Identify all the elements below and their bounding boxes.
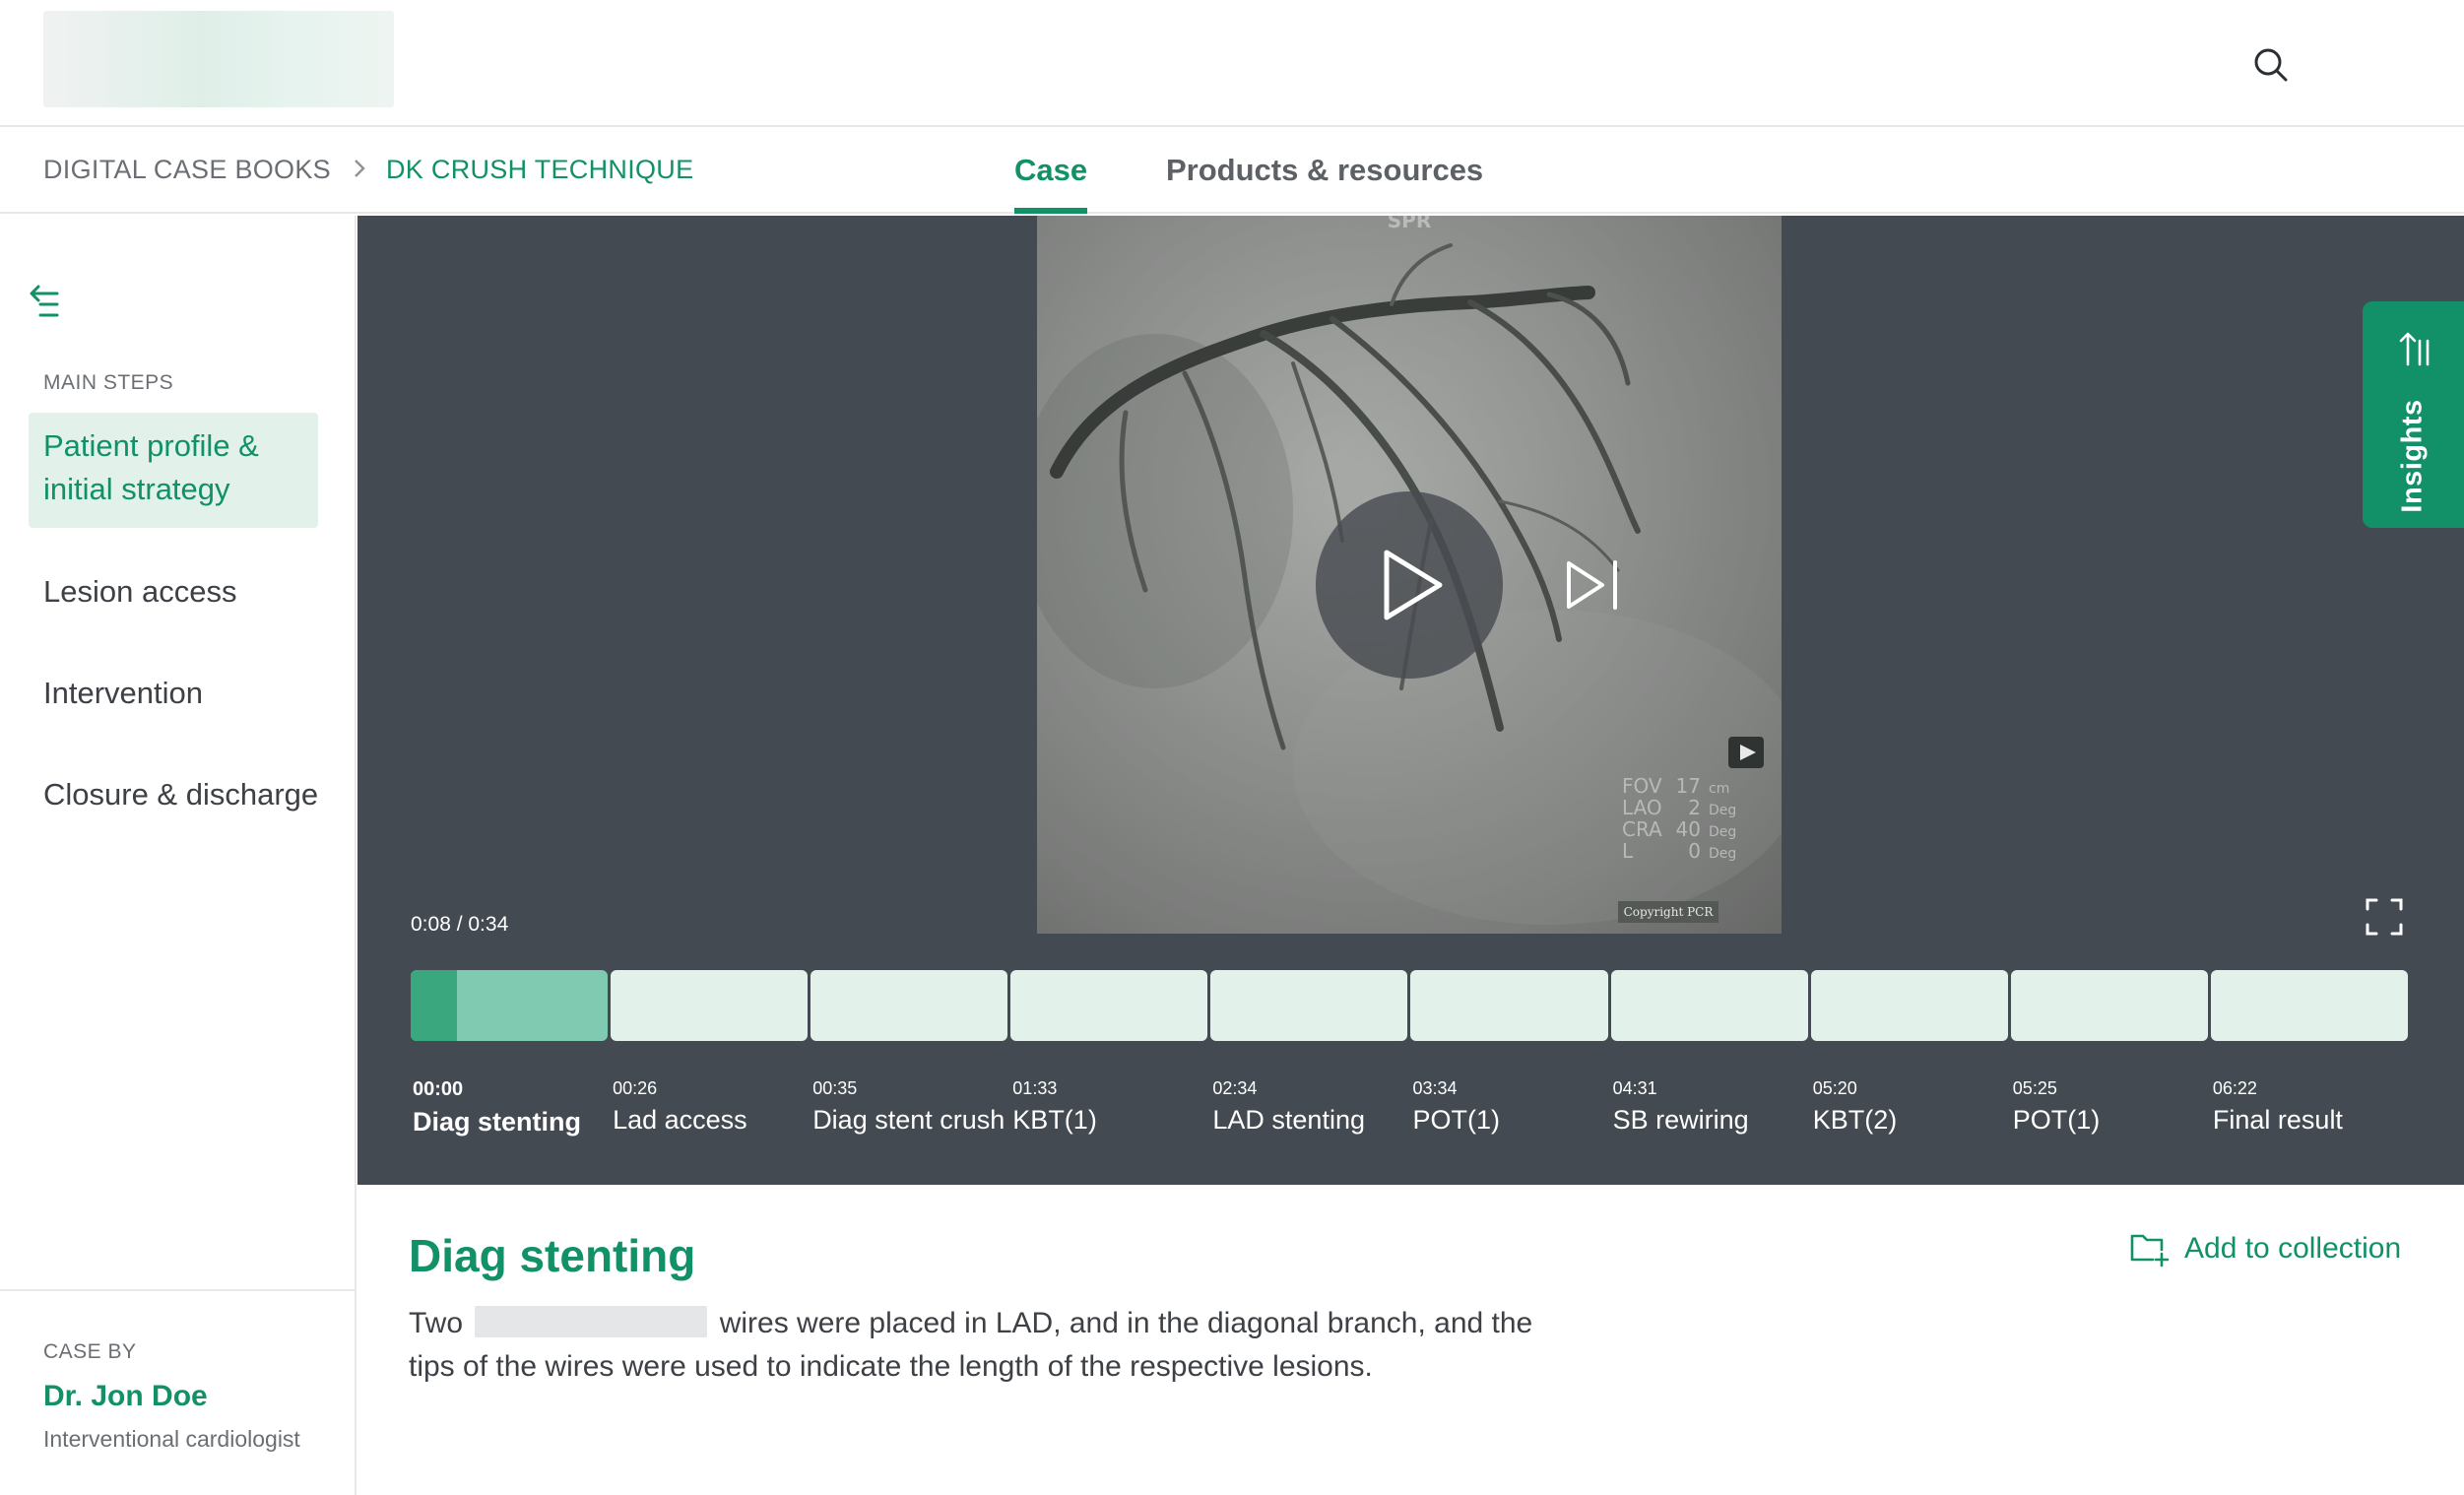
sidebar-item-patient-profile[interactable]: Patient profile & initial strategy [29,413,318,528]
chapter-label[interactable]: 03:34 POT(1) [1413,1078,1501,1136]
insights-panel-toggle[interactable]: Insights [2363,301,2464,528]
chapter-timestamp: 00:26 [613,1078,658,1098]
svg-text:2: 2 [1688,796,1701,819]
brand-logo[interactable] [43,11,394,107]
chapter-title: LAD stenting [1212,1105,1365,1135]
svg-text:Deg: Deg [1709,846,1736,862]
collapse-menu-icon[interactable] [28,283,63,322]
chapter-title: KBT(1) [1012,1105,1097,1135]
timeline-segment[interactable] [411,970,609,1041]
chapter-title: POT(1) [2012,1105,2101,1135]
fullscreen-icon[interactable] [2365,897,2404,937]
play-icon [1384,550,1443,620]
tab-products-resources[interactable]: Products & resources [1166,153,1483,214]
folder-add-icon [2130,1234,2170,1268]
chapter-title: Diag stenting [413,1107,582,1137]
time-readout: 0:08 / 0:34 [411,913,509,936]
chapter-timestamp: 03:34 [1412,1078,1458,1098]
chapter-title: SB rewiring [1612,1105,1749,1135]
svg-text:17: 17 [1676,774,1701,798]
chapter-label[interactable]: 00:00 Diag stenting [413,1078,581,1138]
timeline-segment[interactable] [1210,970,1408,1041]
sidebar-item-intervention[interactable]: Intervention [43,672,203,715]
chevron-right-icon [353,155,366,185]
timeline-segment[interactable] [811,970,1008,1041]
svg-text:0: 0 [1688,839,1701,863]
svg-text:FOV: FOV [1622,774,1662,798]
chapter-label[interactable]: 00:35 Diag stent crush [812,1078,1005,1136]
redacted-text-block [475,1306,708,1337]
svg-text:Deg: Deg [1709,824,1736,840]
play-button[interactable] [1316,491,1503,679]
timeline-segment[interactable] [2010,970,2208,1041]
chapter-label[interactable]: 01:33 KBT(1) [1012,1078,1097,1136]
tab-case[interactable]: Case [1014,153,1088,214]
timeline-segment[interactable] [1010,970,1208,1041]
svg-text:L: L [1622,839,1634,863]
sidebar-item-closure-discharge[interactable]: Closure & discharge [43,773,318,816]
svg-text:40: 40 [1676,817,1701,841]
main-steps-heading: MAIN STEPS [43,371,174,394]
breadcrumb: DIGITAL CASE BOOKS DK CRUSH TECHNIQUE [43,155,693,185]
description-text-start: Two [409,1307,464,1339]
chapter-label[interactable]: 05:20 KBT(2) [1813,1078,1898,1136]
timeline-segment[interactable] [1410,970,1608,1041]
chapter-timestamp: 00:00 [413,1078,464,1100]
chapter-label[interactable]: 04:31 SB rewiring [1613,1078,1749,1136]
author-role: Interventional cardiologist [43,1426,300,1452]
skip-next-icon [1567,560,1617,610]
svg-text:CRA: CRA [1622,817,1662,841]
svg-text:cm: cm [1709,781,1729,797]
chapter-label[interactable]: 06:22 Final result [2213,1078,2343,1136]
chapter-timestamp: 05:20 [1812,1078,1857,1098]
chapter-timestamp: 05:25 [2012,1078,2057,1098]
add-to-collection-label: Add to collection [2184,1232,2402,1265]
timeline-segment[interactable] [1610,970,1808,1041]
add-to-collection-button[interactable]: Add to collection [2129,1230,2401,1268]
chapter-title: Lad access [613,1105,747,1135]
chapter-timestamp: 06:22 [2212,1078,2257,1098]
svg-text:LAO: LAO [1622,796,1662,819]
sidebar-divider [0,1289,355,1291]
chapter-title: Final result [2212,1105,2343,1135]
step-title: Diag stenting [409,1230,696,1281]
insights-label: Insights [2396,399,2429,513]
timeline-segment[interactable] [2210,970,2408,1041]
insights-icon [2399,332,2430,366]
sub-navigation: DIGITAL CASE BOOKS DK CRUSH TECHNIQUE Ca… [0,129,2464,214]
step-description: Two wires were placed in LAD, and in the… [409,1302,1551,1389]
chapter-label[interactable]: 05:25 POT(1) [2013,1078,2101,1136]
author-name-link[interactable]: Dr. Jon Doe [43,1380,208,1413]
frame-top-label: SPR [1388,216,1431,232]
chapter-timeline[interactable] [411,970,2408,1041]
svg-text:Deg: Deg [1709,803,1736,818]
timeline-segment[interactable] [1810,970,2008,1041]
chapter-timestamp: 01:33 [1012,1078,1058,1098]
timeline-segment[interactable] [611,970,809,1041]
steps-sidebar: MAIN STEPS Patient profile & initial str… [0,216,357,1495]
case-by-label: CASE BY [43,1340,137,1363]
chapter-timestamp: 04:31 [1612,1078,1657,1098]
chapter-title: Diag stent crush [812,1105,1005,1135]
search-icon[interactable] [2251,45,2291,85]
breadcrumb-current[interactable]: DK CRUSH TECHNIQUE [386,155,693,185]
video-player: SPR FOV 17 cm LAO 2 Deg CRA 40 Deg L 0 D… [357,216,2464,1185]
breadcrumb-root-link[interactable]: DIGITAL CASE BOOKS [43,155,331,185]
chapter-timestamp: 02:34 [1212,1078,1258,1098]
chapter-label[interactable]: 00:26 Lad access [613,1078,747,1136]
sidebar-item-lesion-access[interactable]: Lesion access [43,570,236,614]
playback-progress-fill [411,970,458,1041]
chapter-title: KBT(2) [1812,1105,1898,1135]
top-header [0,0,2464,127]
skip-next-button[interactable] [1559,551,1628,619]
chapter-label[interactable]: 02:34 LAD stenting [1212,1078,1365,1136]
chapter-title: POT(1) [1412,1105,1501,1135]
chapter-timestamp: 00:35 [812,1078,858,1098]
svg-text:Copyright PCR: Copyright PCR [1624,905,1715,919]
